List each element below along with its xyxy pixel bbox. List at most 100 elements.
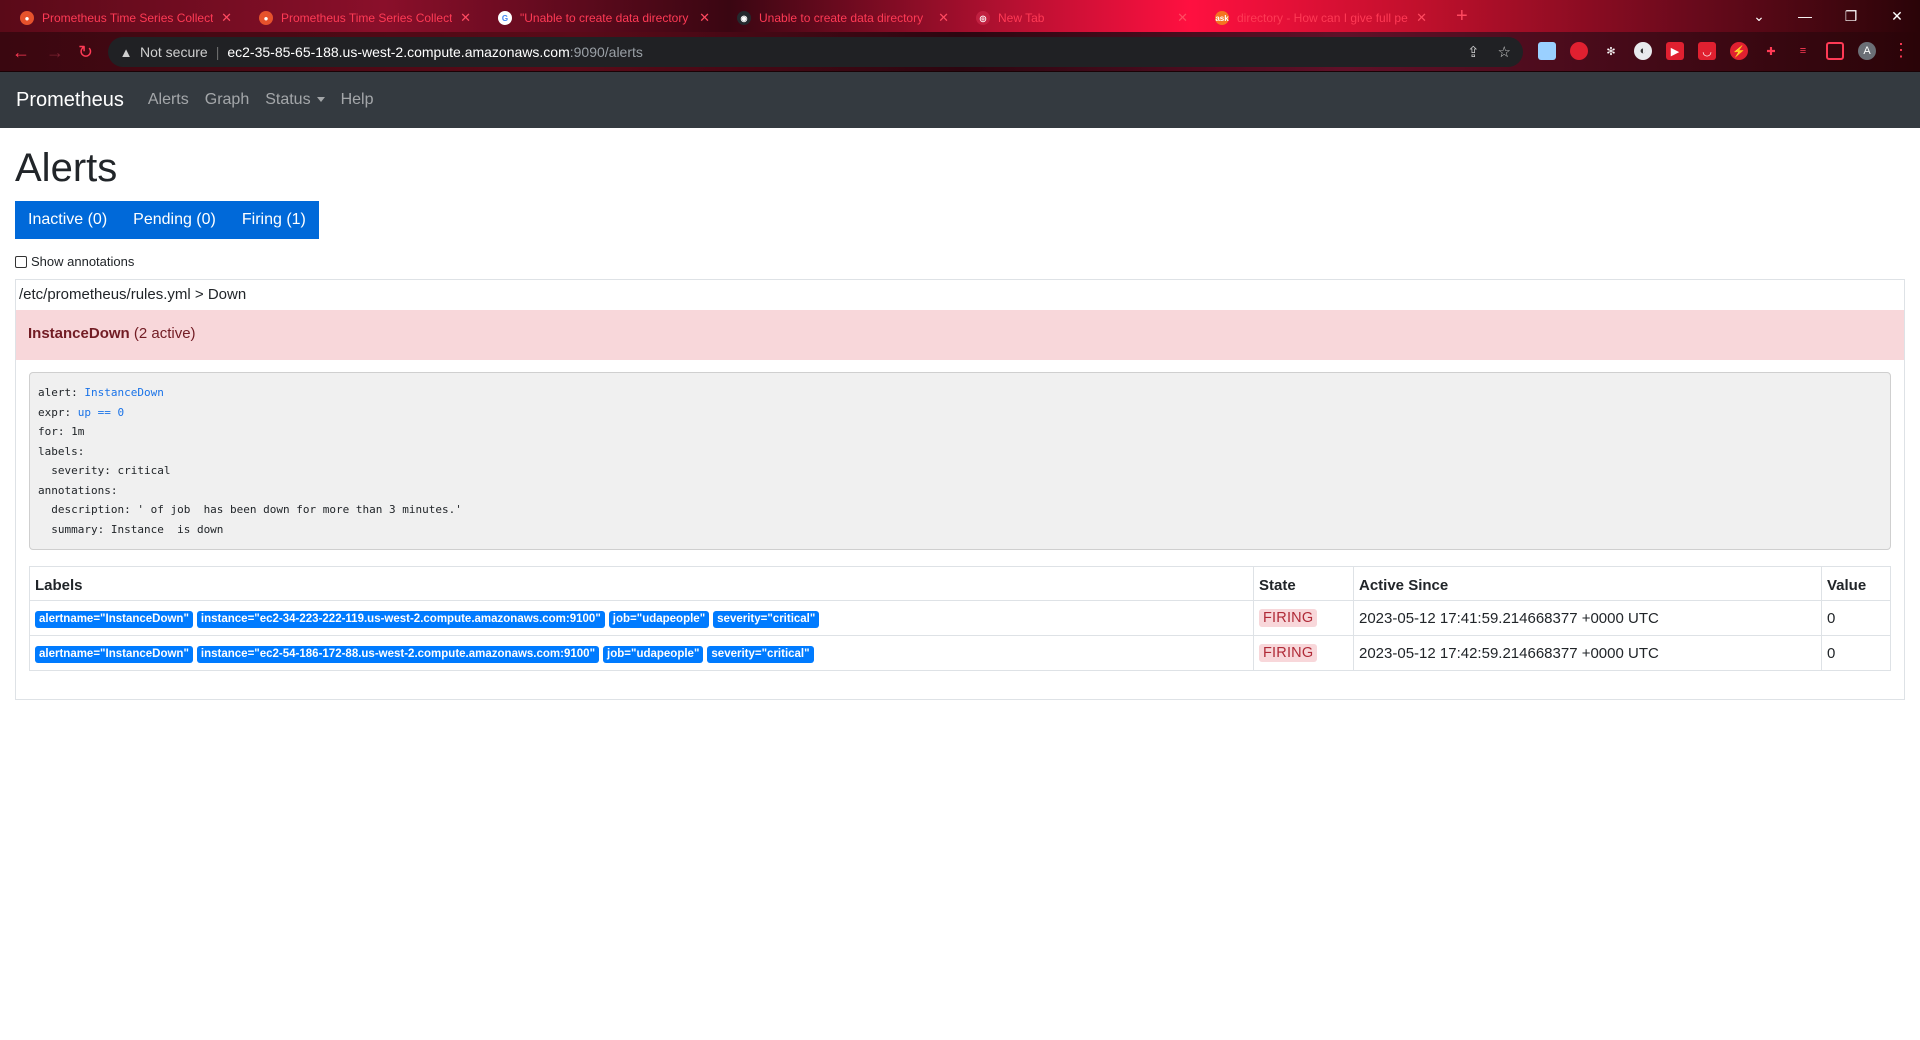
browser-tab[interactable]: ● Prometheus Time Series Collecti ✕ — [249, 4, 481, 32]
nav-status-dropdown[interactable]: Status — [265, 91, 325, 109]
nav-graph[interactable]: Graph — [205, 91, 249, 109]
label-badge: instance="ec2-34-223-222-119.us-west-2.c… — [196, 610, 605, 628]
close-tab-icon[interactable]: ✕ — [460, 10, 471, 26]
extension-icon[interactable]: ⚡ — [1730, 42, 1748, 60]
rule-summary: summary: Instance is down — [38, 522, 224, 536]
url-host[interactable]: ec2-35-85-65-188.us-west-2.compute.amazo… — [227, 44, 569, 60]
separator: | — [215, 44, 220, 60]
rule-severity: severity: critical — [38, 464, 171, 477]
tab-title: "Unable to create data directory — [520, 11, 689, 25]
caret-down-icon — [316, 97, 325, 103]
security-label[interactable]: Not secure — [140, 44, 208, 60]
table-header-row: Labels State Active Since Value — [29, 566, 1891, 601]
browser-tab-strip: ● Prometheus Time Series Collecti ✕ ● Pr… — [0, 0, 1920, 32]
address-bar[interactable]: ▲ Not secure | ec2-35-85-65-188.us-west-… — [108, 37, 1523, 67]
state-badge: FIRING — [1259, 644, 1318, 662]
alerts-page: Alerts Inactive (0) Pending (0) Firing (… — [15, 128, 1905, 700]
askubuntu-icon: ask — [1215, 11, 1229, 25]
brand-link[interactable]: Prometheus — [16, 89, 124, 112]
header-active-since: Active Since — [1353, 566, 1822, 601]
side-panel-icon[interactable] — [1826, 42, 1844, 60]
alert-rule-header[interactable]: InstanceDown (2 active) — [16, 310, 1904, 360]
back-icon[interactable]: ← — [12, 42, 30, 63]
alert-active-count: (2 active) — [133, 325, 196, 342]
profile-avatar[interactable]: A — [1858, 42, 1876, 60]
tab-title: Prometheus Time Series Collecti — [281, 11, 453, 25]
browser-tab[interactable]: ◎ New Tab ✕ — [966, 4, 1198, 32]
extension-icon[interactable]: ▶ — [1666, 42, 1684, 60]
browser-tab[interactable]: G "Unable to create data directory ✕ — [488, 4, 720, 32]
warning-icon[interactable]: ▲ — [118, 44, 134, 60]
nav-help[interactable]: Help — [341, 91, 374, 109]
omnibox-actions: ⇪ ☆ — [1467, 43, 1511, 61]
active-since-cell: 2023-05-12 17:41:59.214668377 +0000 UTC — [1353, 600, 1822, 636]
chrome-icon: ◎ — [976, 11, 990, 25]
share-icon[interactable]: ⇪ — [1467, 43, 1480, 61]
filter-firing-button[interactable]: Firing (1) — [228, 201, 319, 239]
active-since-cell: 2023-05-12 17:42:59.214668377 +0000 UTC — [1353, 635, 1822, 671]
extension-icon[interactable]: ◐ — [1634, 42, 1652, 60]
close-tab-icon[interactable]: ✕ — [699, 10, 710, 26]
labels-cell: alertname="InstanceDown" instance="ec2-34… — [29, 600, 1254, 636]
close-tab-icon[interactable]: ✕ — [1416, 10, 1427, 26]
state-badge: FIRING — [1259, 609, 1318, 627]
rule-labels: labels: — [38, 444, 85, 458]
extension-icon[interactable] — [1538, 42, 1556, 60]
show-annotations-label: Show annotations — [31, 254, 135, 269]
header-value: Value — [1821, 566, 1891, 601]
new-tab-icon[interactable]: + — [1456, 5, 1468, 28]
close-tab-icon[interactable]: ✕ — [1177, 10, 1188, 26]
show-annotations-checkbox[interactable] — [15, 255, 27, 268]
react-devtools-icon[interactable]: ✻ — [1602, 42, 1620, 60]
browser-tab[interactable]: ◉ Unable to create data directory ✕ — [727, 4, 959, 32]
prometheus-icon: ● — [259, 11, 273, 25]
browser-tab[interactable]: ask directory - How can I give full pe ✕ — [1205, 4, 1437, 32]
filter-inactive-button[interactable]: Inactive (0) — [15, 201, 121, 239]
rule-group-path: /etc/prometheus/rules.yml > Down — [19, 286, 247, 303]
reading-list-icon[interactable]: ≡ — [1794, 42, 1812, 60]
value-cell: 0 — [1821, 635, 1891, 671]
label-badge: alertname="InstanceDown" — [35, 645, 193, 663]
close-tab-icon[interactable]: ✕ — [221, 10, 232, 26]
rule-definition: alert: InstanceDown expr: up == 0 for: 1… — [29, 372, 1891, 550]
nav-alerts[interactable]: Alerts — [148, 91, 189, 109]
github-icon: ◉ — [737, 11, 751, 25]
restore-icon[interactable]: ❐ — [1828, 0, 1874, 32]
label-badge: severity="critical" — [707, 645, 814, 663]
alert-rule-body: alert: InstanceDown expr: up == 0 for: 1… — [16, 360, 1904, 699]
rule-expr-link[interactable]: up == 0 — [78, 406, 124, 419]
rule-expr-key: expr: — [38, 405, 78, 419]
forward-icon[interactable]: → — [46, 42, 64, 63]
label-badge: job="udapeople" — [603, 645, 704, 663]
extensions-puzzle-icon[interactable]: ✚ — [1762, 42, 1780, 60]
tab-title: Prometheus Time Series Collecti — [42, 11, 214, 25]
reload-icon[interactable]: ↻ — [78, 42, 93, 63]
label-badge: severity="critical" — [713, 610, 820, 628]
label-badge: job="udapeople" — [608, 610, 710, 628]
state-cell: FIRING — [1253, 600, 1354, 636]
tab-search-icon[interactable]: ⌄ — [1736, 0, 1782, 32]
menu-kebab-icon[interactable]: ⋮ — [1892, 40, 1910, 61]
table-row: alertname="InstanceDown" instance="ec2-34… — [29, 600, 1891, 636]
pocket-icon[interactable]: ◡ — [1698, 42, 1716, 60]
rule-description: description: ' of job has been down for … — [38, 503, 462, 516]
label-badge: instance="ec2-54-186-172-88.us-west-2.co… — [196, 645, 600, 663]
filter-pending-button[interactable]: Pending (0) — [120, 201, 229, 239]
rule-alert-link[interactable]: InstanceDown — [84, 386, 163, 399]
extension-icon[interactable] — [1570, 42, 1588, 60]
prometheus-navbar: Prometheus Alerts Graph Status Help — [0, 72, 1920, 128]
browser-tab[interactable]: ● Prometheus Time Series Collecti ✕ — [10, 4, 242, 32]
header-state: State — [1253, 566, 1354, 601]
google-icon: G — [498, 11, 512, 25]
show-annotations-toggle[interactable]: Show annotations — [15, 254, 1905, 269]
rule-annotations: annotations: — [38, 483, 118, 497]
close-tab-icon[interactable]: ✕ — [938, 10, 949, 26]
bookmark-star-icon[interactable]: ☆ — [1498, 43, 1511, 61]
table-row: alertname="InstanceDown" instance="ec2-54… — [29, 635, 1891, 671]
alert-name: InstanceDown — [28, 325, 130, 342]
value-cell: 0 — [1821, 600, 1891, 636]
close-window-icon[interactable]: ✕ — [1874, 0, 1920, 32]
header-labels: Labels — [29, 566, 1254, 601]
minimize-icon[interactable]: — — [1782, 0, 1828, 32]
url-path[interactable]: :9090/alerts — [570, 44, 643, 60]
